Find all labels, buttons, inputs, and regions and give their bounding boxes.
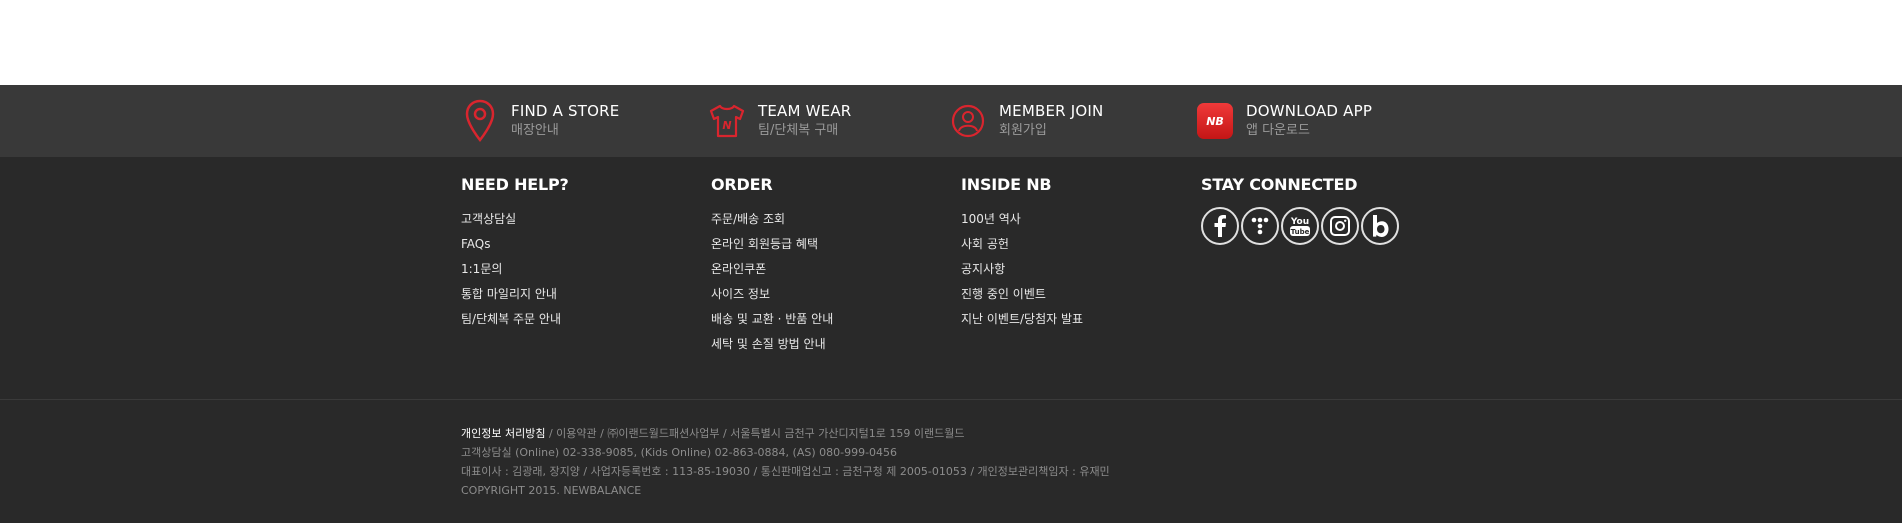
find-store-link[interactable]: FIND A STORE 매장안내 xyxy=(459,85,619,157)
find-store-title: FIND A STORE xyxy=(511,102,620,120)
social-links: You Tube xyxy=(1201,207,1401,245)
inside-link-history[interactable]: 100년 역사 xyxy=(961,207,1083,232)
inside-link-social-contribution[interactable]: 사회 공헌 xyxy=(961,232,1083,257)
nb-app-logo-text: NB xyxy=(1206,114,1224,128)
footer-main: NEED HELP? 고객상담실 FAQs 1:1문의 통합 마일리지 안내 팀… xyxy=(0,157,1902,399)
quick-links-bar: FIND A STORE 매장안내 N TEAM WEAR 팀/단체복 구매 M… xyxy=(0,85,1902,157)
help-link-faqs[interactable]: FAQs xyxy=(461,232,569,257)
legal-line-1: 개인정보 처리방침 / 이용약관 / ㈜이랜드월드패션사업부 / 서울특별시 금… xyxy=(461,424,1110,443)
download-app-subtitle: 앱 다운로드 xyxy=(1246,123,1310,138)
order-link-member-benefits[interactable]: 온라인 회원등급 혜택 xyxy=(711,232,833,257)
order-link-shipping-returns[interactable]: 배송 및 교환 · 반품 안내 xyxy=(711,307,833,332)
inside-nb-heading: INSIDE NB xyxy=(961,175,1052,194)
help-link-team-order[interactable]: 팀/단체복 주문 안내 xyxy=(461,307,569,332)
need-help-heading: NEED HELP? xyxy=(461,175,569,194)
team-wear-subtitle: 팀/단체복 구매 xyxy=(758,123,839,138)
download-app-title: DOWNLOAD APP xyxy=(1246,102,1373,120)
inside-link-past-events[interactable]: 지난 이벤트/당첨자 발표 xyxy=(961,307,1083,332)
youtube-icon[interactable]: You Tube xyxy=(1281,207,1319,245)
member-icon xyxy=(947,97,989,145)
legal-line-3: 대표이사 : 김광래, 장지양 / 사업자등록번호 : 113-85-19030… xyxy=(461,465,1110,478)
nb-app-icon: NB xyxy=(1194,97,1236,145)
copyright: COPYRIGHT 2015. NEWBALANCE xyxy=(461,484,642,497)
dots-icon[interactable] xyxy=(1241,207,1279,245)
stay-connected-column: STAY CONNECTED You Tube xyxy=(1201,175,1401,245)
svg-text:You: You xyxy=(1290,217,1309,227)
facebook-icon[interactable] xyxy=(1201,207,1239,245)
inside-link-current-events[interactable]: 진행 중인 이벤트 xyxy=(961,282,1083,307)
blog-icon[interactable] xyxy=(1361,207,1399,245)
member-join-link[interactable]: MEMBER JOIN 회원가입 xyxy=(947,85,1103,157)
order-heading: ORDER xyxy=(711,175,773,194)
order-link-care-guide[interactable]: 세탁 및 손질 방법 안내 xyxy=(711,332,833,357)
location-pin-icon xyxy=(459,97,501,145)
member-join-subtitle: 회원가입 xyxy=(999,123,1047,138)
jersey-icon: N xyxy=(706,97,748,145)
need-help-column: NEED HELP? 고객상담실 FAQs 1:1문의 통합 마일리지 안내 팀… xyxy=(461,175,569,332)
inside-link-notices[interactable]: 공지사항 xyxy=(961,257,1083,282)
help-link-mileage[interactable]: 통합 마일리지 안내 xyxy=(461,282,569,307)
legal-line-1-rest: / 이용약관 / ㈜이랜드월드패션사업부 / 서울특별시 금천구 가산디지털1로… xyxy=(545,427,965,440)
find-store-subtitle: 매장안내 xyxy=(511,123,559,138)
page-top-blank xyxy=(0,0,1902,85)
member-join-title: MEMBER JOIN xyxy=(999,102,1104,120)
instagram-icon[interactable] xyxy=(1321,207,1359,245)
stay-connected-heading: STAY CONNECTED xyxy=(1201,175,1358,194)
svg-text:Tube: Tube xyxy=(1291,228,1310,236)
legal-line-2: 고객상담실 (Online) 02-338-9085, (Kids Online… xyxy=(461,446,898,459)
team-wear-title: TEAM WEAR xyxy=(758,102,852,120)
help-link-inquiry[interactable]: 1:1문의 xyxy=(461,257,569,282)
order-link-coupons[interactable]: 온라인쿠폰 xyxy=(711,257,833,282)
footer-legal: 개인정보 처리방침 / 이용약관 / ㈜이랜드월드패션사업부 / 서울특별시 금… xyxy=(0,400,1902,523)
order-column: ORDER 주문/배송 조회 온라인 회원등급 혜택 온라인쿠폰 사이즈 정보 … xyxy=(711,175,833,357)
help-link-customer-center[interactable]: 고객상담실 xyxy=(461,207,569,232)
order-link-tracking[interactable]: 주문/배송 조회 xyxy=(711,207,833,232)
inside-nb-column: INSIDE NB 100년 역사 사회 공헌 공지사항 진행 중인 이벤트 지… xyxy=(961,175,1083,332)
svg-text:N: N xyxy=(722,119,731,132)
order-link-size-info[interactable]: 사이즈 정보 xyxy=(711,282,833,307)
privacy-policy-link[interactable]: 개인정보 처리방침 xyxy=(461,427,545,440)
team-wear-link[interactable]: N TEAM WEAR 팀/단체복 구매 xyxy=(706,85,851,157)
download-app-link[interactable]: NB DOWNLOAD APP 앱 다운로드 xyxy=(1194,85,1372,157)
